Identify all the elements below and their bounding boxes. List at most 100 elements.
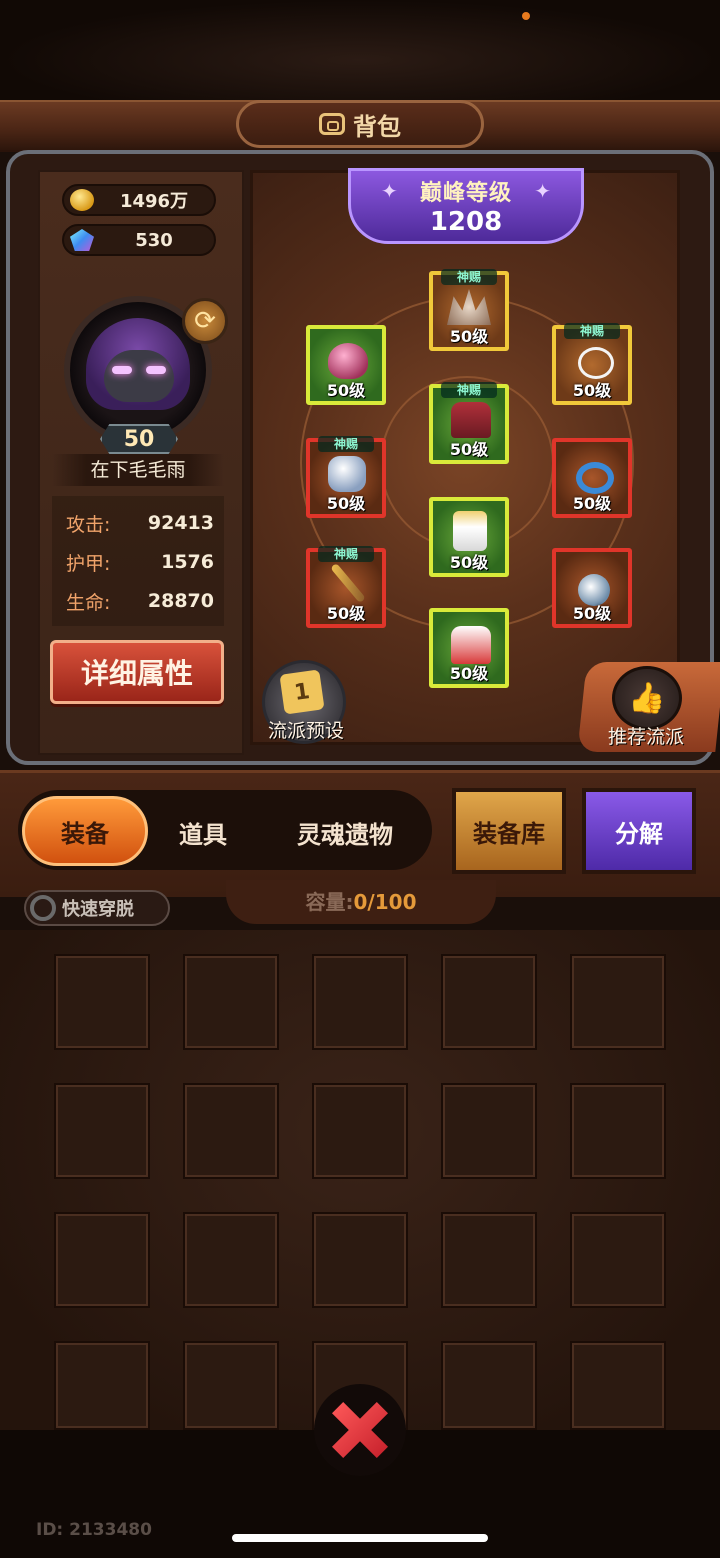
inventory-cell[interactable] — [54, 1341, 150, 1430]
slot-level: 50级 — [449, 440, 489, 459]
detail-attributes-button[interactable]: 详细属性 — [50, 640, 224, 704]
recommend-thumb: 👍 — [612, 666, 682, 730]
build-preset-label: 流派预设 — [267, 720, 344, 742]
slot-level: 50级 — [326, 381, 366, 400]
inventory-cell[interactable] — [183, 1341, 279, 1430]
preset-card-icon: 1 — [279, 669, 325, 715]
close-button[interactable] — [314, 1384, 406, 1476]
slot-level: 50级 — [572, 604, 612, 623]
hero-name: 在下毛毛雨 — [52, 454, 224, 486]
slot-level: 50级 — [449, 664, 489, 683]
status-indicator-dot — [522, 12, 530, 20]
gift-tag: 神赐 — [441, 382, 497, 398]
stat-label: 攻击: — [66, 513, 111, 536]
gem-value: 530 — [135, 229, 173, 251]
staff-icon — [330, 562, 366, 604]
inventory-cell[interactable] — [54, 1212, 150, 1308]
inventory-cell[interactable] — [441, 954, 537, 1050]
armor-icon — [451, 402, 491, 438]
gift-tag: 神赐 — [441, 269, 497, 285]
slot-level: 50级 — [326, 604, 366, 623]
inventory-cell[interactable] — [183, 1083, 279, 1179]
peak-level-value: 1208 — [429, 207, 503, 237]
quick-equip-label: 快速穿脱 — [62, 899, 134, 920]
equip-slot-pouch[interactable]: 50级 — [552, 548, 632, 628]
home-indicator[interactable] — [232, 1534, 488, 1542]
equip-slot-ring[interactable]: 50级 — [552, 438, 632, 518]
equip-slot-necklace[interactable]: 神赐 50级 — [552, 323, 632, 405]
slot-level: 50级 — [572, 494, 612, 513]
necklace-icon — [578, 347, 614, 379]
stat-value: 28870 — [147, 590, 214, 612]
equip-slot-gauntlet[interactable]: 神赐 50级 — [306, 436, 386, 518]
stat-value: 92413 — [147, 512, 214, 534]
equip-slot-staff[interactable]: 神赐 50级 — [306, 546, 386, 628]
inventory-cell[interactable] — [441, 1083, 537, 1179]
inventory-cell[interactable] — [570, 1212, 666, 1308]
avatar-eye-right — [146, 366, 166, 374]
equip-slot-pants[interactable]: 50级 — [429, 497, 509, 577]
stat-value: 1576 — [161, 551, 214, 573]
gem-display: 530 — [62, 224, 216, 256]
stat-health: 生命: 28870 — [66, 586, 214, 616]
avatar-eye-left — [112, 366, 132, 374]
stat-label: 生命: — [66, 591, 111, 614]
inventory-cell[interactable] — [570, 1341, 666, 1430]
capacity-display: 容量:0/100 — [226, 886, 496, 915]
equip-slot-shoulder[interactable]: 50级 — [306, 325, 386, 405]
inventory-cell[interactable] — [312, 1083, 408, 1179]
gold-coin-icon — [70, 189, 94, 211]
inventory-cell[interactable] — [183, 1212, 279, 1308]
toggle-circle — [30, 895, 56, 921]
tab-soul-relics[interactable]: 灵魂遗物 — [280, 806, 410, 858]
gift-tag: 神赐 — [318, 546, 374, 562]
peak-level-label: 巅峰等级 — [419, 181, 512, 206]
page-title: 背包 — [353, 112, 401, 141]
equip-slot-boots[interactable]: 50级 — [429, 608, 509, 688]
refresh-avatar-button[interactable]: ⟳ — [182, 298, 228, 344]
inventory-cell[interactable] — [54, 1083, 150, 1179]
inventory-cell[interactable] — [183, 954, 279, 1050]
title-plate: 背包 — [236, 100, 484, 148]
stat-armor: 护甲: 1576 — [66, 547, 214, 577]
star-icon: ✦ — [534, 179, 551, 203]
stat-label: 护甲: — [66, 552, 111, 575]
gold-value: 1496万 — [119, 191, 189, 212]
inventory-cell[interactable] — [312, 954, 408, 1050]
inventory-cell[interactable] — [54, 954, 150, 1050]
bag-icon — [319, 113, 345, 135]
peak-level-banner: ✦ ✦ 巅峰等级 1208 — [348, 168, 584, 244]
inventory-cell[interactable] — [312, 1212, 408, 1308]
gem-icon — [70, 229, 94, 251]
equip-slot-armor[interactable]: 神赐 50级 — [429, 382, 509, 464]
close-icon — [332, 1402, 388, 1458]
slot-level: 50级 — [326, 494, 366, 513]
equip-slot-crown[interactable]: 神赐 50级 — [429, 269, 509, 351]
capacity-label: 容量: — [305, 890, 354, 914]
equipment-vault-button[interactable]: 装备库 — [452, 788, 566, 874]
avatar-face — [104, 350, 174, 402]
tab-items[interactable]: 道具 — [160, 806, 246, 858]
gold-display: 1496万 — [62, 184, 216, 216]
recommend-build-label: 推荐流派 — [607, 726, 684, 748]
crown-icon — [447, 289, 491, 325]
inventory-cell[interactable] — [441, 1341, 537, 1430]
player-id: ID: 2133480 — [36, 1520, 152, 1540]
boots-icon — [451, 626, 491, 664]
pants-icon — [453, 511, 487, 551]
quick-equip-toggle[interactable]: 快速穿脱 — [24, 890, 170, 926]
stat-attack: 攻击: 92413 — [66, 508, 214, 538]
hero-level-badge: 50 — [100, 424, 178, 454]
inventory-cell[interactable] — [441, 1212, 537, 1308]
refresh-icon: ⟳ — [194, 306, 216, 336]
tab-equipment[interactable]: 装备 — [22, 796, 148, 866]
inventory-cell[interactable] — [570, 1083, 666, 1179]
capacity-value: 0/100 — [353, 890, 417, 914]
star-icon: ✦ — [381, 179, 398, 203]
decompose-button[interactable]: 分解 — [582, 788, 696, 874]
gift-tag: 神赐 — [318, 436, 374, 452]
slot-level: 50级 — [449, 327, 489, 346]
inventory-cell[interactable] — [570, 954, 666, 1050]
shoulder-armor-icon — [328, 343, 368, 379]
gauntlet-icon — [328, 456, 366, 492]
